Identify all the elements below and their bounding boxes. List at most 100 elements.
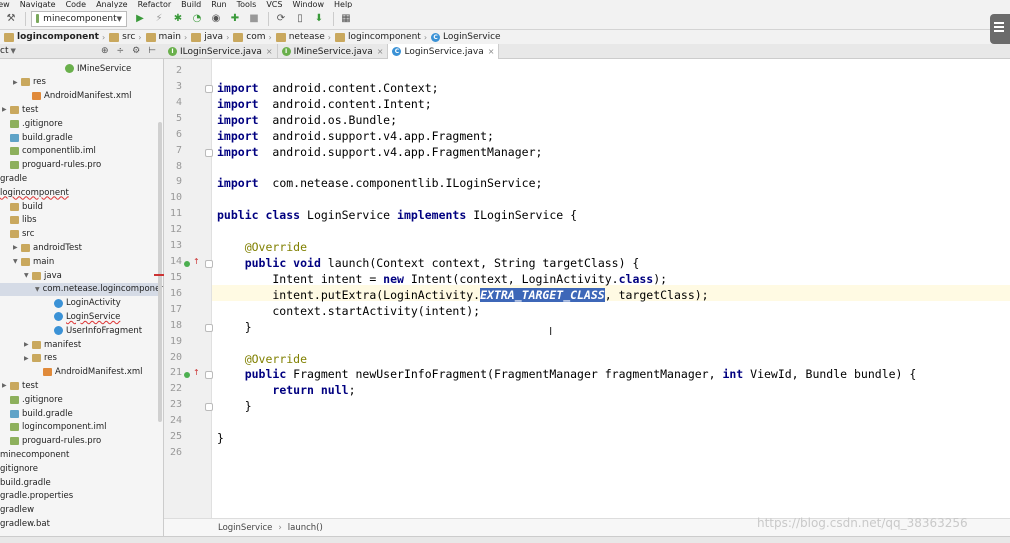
fold-marker-icon[interactable] [205,260,213,269]
apply-changes-icon[interactable]: ⚡ [152,12,166,26]
fold-marker-icon[interactable] [205,371,213,380]
tree-item[interactable]: .gitignore [2,393,63,406]
breadcrumb-item[interactable]: logincomponent › [334,32,427,42]
status-crumb-class[interactable]: LoginService [218,523,272,533]
stop-icon[interactable]: ■ [247,12,261,26]
menu-item[interactable]: Window [292,1,324,9]
code-line[interactable]: } [217,398,252,414]
tree-item[interactable]: ▶ res [24,352,57,365]
tree-item[interactable]: .gitignore [2,117,63,130]
tree-item[interactable]: build.gradle [0,476,51,489]
tree-item[interactable]: logincomponent [0,186,69,199]
collapse-icon[interactable]: ÷ [117,46,125,56]
tree-item[interactable]: LoginService [46,310,120,323]
tree-item[interactable]: componentlib.iml [2,145,96,158]
menu-item[interactable]: iew [0,1,10,9]
tree-scrollbar[interactable] [158,122,162,422]
debug-icon[interactable]: ✱ [171,12,185,26]
expand-right-icon[interactable]: ▶ [13,79,21,86]
tree-item[interactable]: gradlew [0,504,34,517]
tree-item[interactable]: build.gradle [2,407,73,420]
build-hammer-icon[interactable]: ⚒ [4,12,18,26]
menu-overlay-icon[interactable] [990,14,1010,44]
expand-right-icon[interactable]: ▶ [13,244,21,251]
close-icon[interactable]: × [377,47,384,56]
menu-item[interactable]: Refactor [138,1,172,9]
expand-down-icon[interactable]: ▼ [24,272,32,279]
code-line[interactable]: import com.netease.componentlib.ILoginSe… [217,175,542,191]
code-line[interactable]: @Override [217,239,307,255]
expand-right-icon[interactable]: ▶ [2,382,10,389]
code-line[interactable]: return null; [217,382,355,398]
tree-item[interactable]: ▶ androidTest [13,241,82,254]
hide-icon[interactable]: ⊢ [148,46,156,56]
coverage-icon[interactable]: ✚ [228,12,242,26]
tree-item[interactable]: ▶ test [2,103,38,116]
breadcrumb-item[interactable]: C LoginService [431,32,501,42]
code-line[interactable]: } [217,319,252,335]
override-arrow-icon[interactable]: ↑ [193,368,200,377]
run-config-select[interactable]: minecomponent ▼ [31,10,127,27]
editor-tab[interactable]: I IMineService.java × [278,44,389,59]
menu-item[interactable]: Help [334,1,352,9]
menu-item[interactable]: Analyze [96,1,128,9]
locate-icon[interactable]: ⊕ [101,46,109,56]
fold-marker-icon[interactable] [205,148,213,157]
fold-marker-icon[interactable] [205,403,213,412]
tree-item[interactable]: minecomponent [0,448,69,461]
avd-manager-icon[interactable]: ▯ [293,12,307,26]
breadcrumb-item[interactable]: java › [191,32,229,42]
run-icon[interactable]: ▶ [133,12,147,26]
fold-marker-icon[interactable] [205,323,213,332]
tree-item[interactable]: AndroidManifest.xml [24,90,132,103]
menu-item[interactable]: VCS [266,1,282,9]
tree-item[interactable]: src [2,228,34,241]
tree-item[interactable]: gradle [0,172,27,185]
attach-debugger-icon[interactable]: ◉ [209,12,223,26]
tree-item[interactable]: ▶ manifest [24,338,81,351]
editor-tab[interactable]: I ILoginService.java × [164,44,278,59]
tree-item[interactable]: gradle.properties [0,490,73,503]
chevron-down-icon[interactable]: ▼ [10,47,15,55]
sdk-manager-icon[interactable]: ⬇ [312,12,326,26]
editor-tab[interactable]: C LoginService.java × [388,44,500,59]
code-line[interactable]: import android.os.Bundle; [217,112,397,128]
breadcrumb-item[interactable]: netease › [275,32,331,42]
tree-item[interactable]: build [2,200,43,213]
layout-inspector-icon[interactable]: ▦ [339,12,353,26]
expand-down-icon[interactable]: ▼ [35,286,40,293]
tree-item[interactable]: logincomponent.iml [2,421,107,434]
gear-icon[interactable]: ⚙ [132,46,140,56]
fold-marker-icon[interactable] [205,84,213,93]
tree-item[interactable]: AndroidManifest.xml [35,366,143,379]
tree-item[interactable]: ▶ test [2,379,38,392]
sync-gradle-icon[interactable]: ⟳ [274,12,288,26]
expand-right-icon[interactable]: ▶ [2,106,10,113]
menu-item[interactable]: Code [66,1,86,9]
tree-item[interactable]: ▼ main [13,255,54,268]
tree-item[interactable]: ▼ com.netease.logincomponent [0,282,163,296]
code-line[interactable]: import android.support.v4.app.Fragment; [217,128,494,144]
close-icon[interactable]: × [488,47,495,56]
override-arrow-icon[interactable]: ↑ [193,257,200,266]
breadcrumb-item[interactable]: com › [233,32,272,42]
status-crumb-method[interactable]: launch() [288,523,323,533]
code-line[interactable]: public void launch(Context context, Stri… [217,255,640,271]
tree-item[interactable]: build.gradle [2,131,73,144]
tree-item[interactable]: ▼ java [24,269,62,282]
code-line[interactable]: @Override [217,351,307,367]
code-line[interactable]: public Fragment newUserInfoFragment(Frag… [217,366,917,382]
breadcrumb-item[interactable]: src › [109,32,142,42]
close-icon[interactable]: × [266,47,273,56]
menu-item[interactable]: Run [211,1,226,9]
tree-item[interactable]: gradlew.bat [0,517,50,530]
tree-item[interactable]: gitignore [0,462,38,475]
menu-item[interactable]: Navigate [20,1,56,9]
tree-item[interactable]: LoginActivity [46,297,121,310]
breadcrumb-item[interactable]: logincomponent › [4,32,105,42]
code-line[interactable]: import android.support.v4.app.FragmentMa… [217,144,542,160]
code-line[interactable]: context.startActivity(intent); [217,303,480,319]
menu-item[interactable]: Build [181,1,201,9]
tree-item[interactable]: IMineService [57,62,131,75]
breadcrumb-item[interactable]: main › [145,32,187,42]
